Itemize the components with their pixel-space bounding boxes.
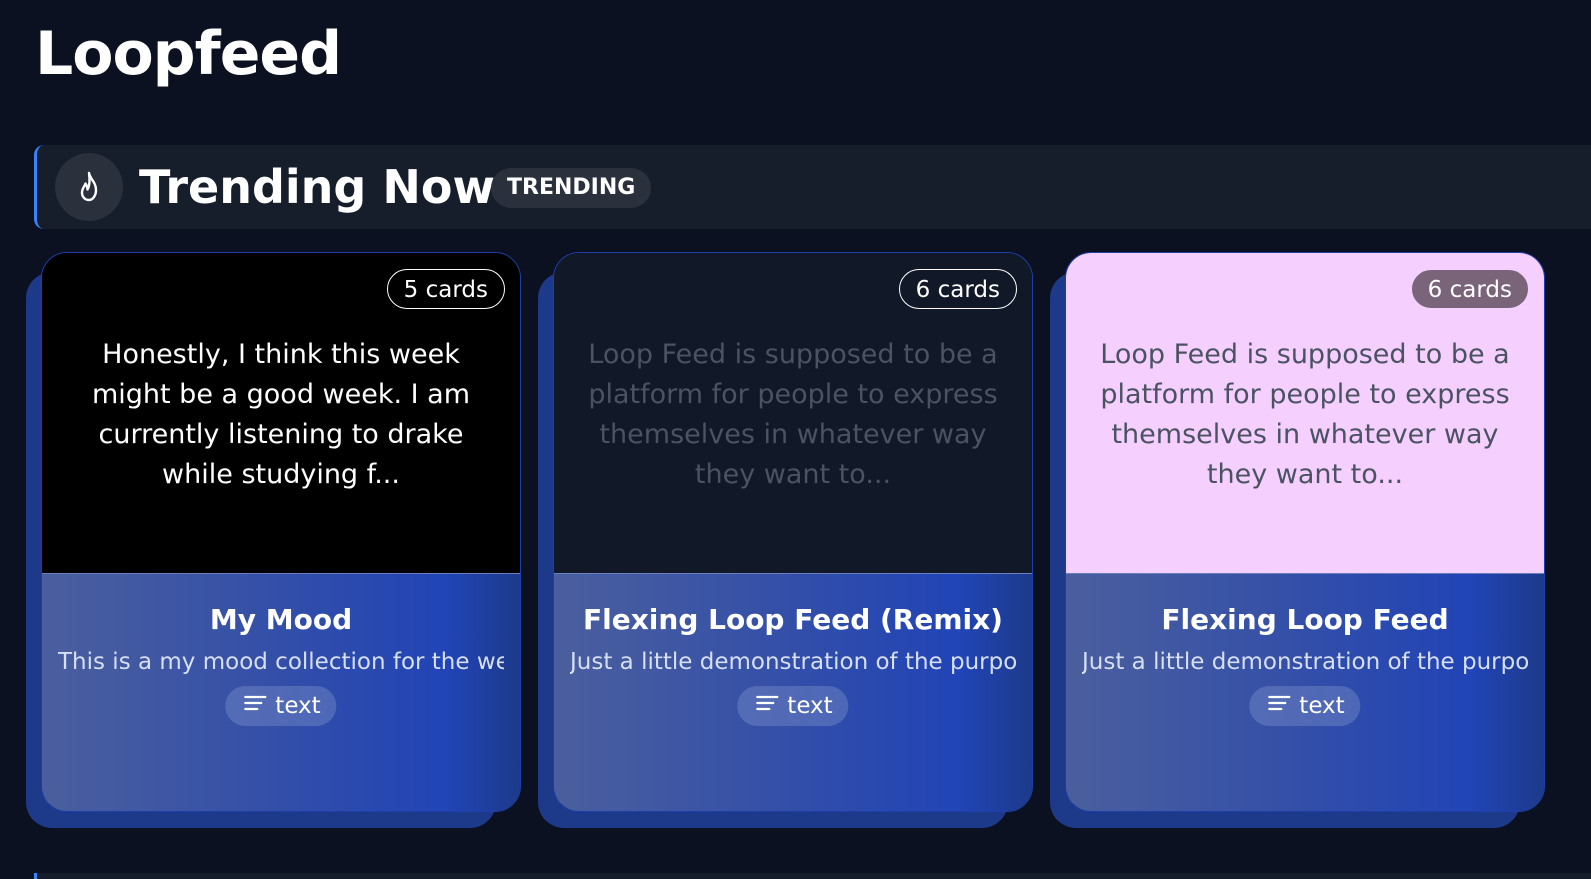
card-info: My Mood This is a my mood collection for… bbox=[42, 573, 520, 811]
card-type-chip: text bbox=[737, 686, 849, 726]
card-description: Just a little demonstration of the purpo… bbox=[570, 649, 1016, 675]
flame-icon bbox=[55, 153, 123, 221]
card-description: This is a my mood collection for the we.… bbox=[58, 649, 504, 675]
collection-card-wrapper: 6 cards Loop Feed is supposed to be a pl… bbox=[1050, 252, 1554, 828]
card-type-label: text bbox=[275, 693, 321, 719]
card-count-badge: 6 cards bbox=[1410, 269, 1529, 309]
next-section-edge bbox=[34, 873, 1591, 879]
card-preview[interactable]: 6 cards Loop Feed is supposed to be a pl… bbox=[554, 253, 1032, 573]
card-type-label: text bbox=[1299, 693, 1345, 719]
card-description: Just a little demonstration of the purpo… bbox=[1082, 649, 1528, 675]
card-title[interactable]: Flexing Loop Feed (Remix) bbox=[554, 602, 1032, 638]
card-title[interactable]: Flexing Loop Feed bbox=[1066, 602, 1544, 638]
card-preview-text: Loop Feed is supposed to be a platform f… bbox=[588, 339, 998, 490]
card-type-chip: text bbox=[1249, 686, 1361, 726]
page: Loopfeed Trending Now TRENDING 5 cards H… bbox=[0, 0, 1591, 879]
text-lines-icon bbox=[1267, 693, 1291, 719]
text-lines-icon bbox=[243, 693, 267, 719]
card-title[interactable]: My Mood bbox=[42, 602, 520, 638]
card-info: Flexing Loop Feed Just a little demonstr… bbox=[1066, 573, 1544, 811]
collection-card-wrapper: 6 cards Loop Feed is supposed to be a pl… bbox=[538, 252, 1042, 828]
trending-section-header: Trending Now TRENDING bbox=[34, 145, 1591, 229]
collection-card-wrapper: 5 cards Honestly, I think this week migh… bbox=[26, 252, 530, 828]
app-title: Loopfeed bbox=[35, 19, 342, 89]
card-preview[interactable]: 6 cards Loop Feed is supposed to be a pl… bbox=[1066, 253, 1544, 573]
text-lines-icon bbox=[755, 693, 779, 719]
collection-card[interactable]: 6 cards Loop Feed is supposed to be a pl… bbox=[553, 252, 1033, 812]
trending-badge: TRENDING bbox=[491, 168, 652, 208]
section-title: Trending Now bbox=[139, 160, 495, 214]
card-preview-text: Honestly, I think this week might be a g… bbox=[91, 339, 471, 490]
card-count-badge: 5 cards bbox=[386, 269, 505, 309]
card-type-label: text bbox=[787, 693, 833, 719]
collection-card[interactable]: 5 cards Honestly, I think this week migh… bbox=[41, 252, 521, 812]
collection-card[interactable]: 6 cards Loop Feed is supposed to be a pl… bbox=[1065, 252, 1545, 812]
card-info: Flexing Loop Feed (Remix) Just a little … bbox=[554, 573, 1032, 811]
card-type-chip: text bbox=[225, 686, 337, 726]
card-preview-text: Loop Feed is supposed to be a platform f… bbox=[1100, 339, 1510, 490]
card-preview[interactable]: 5 cards Honestly, I think this week migh… bbox=[42, 253, 520, 573]
card-count-badge: 6 cards bbox=[898, 269, 1017, 309]
